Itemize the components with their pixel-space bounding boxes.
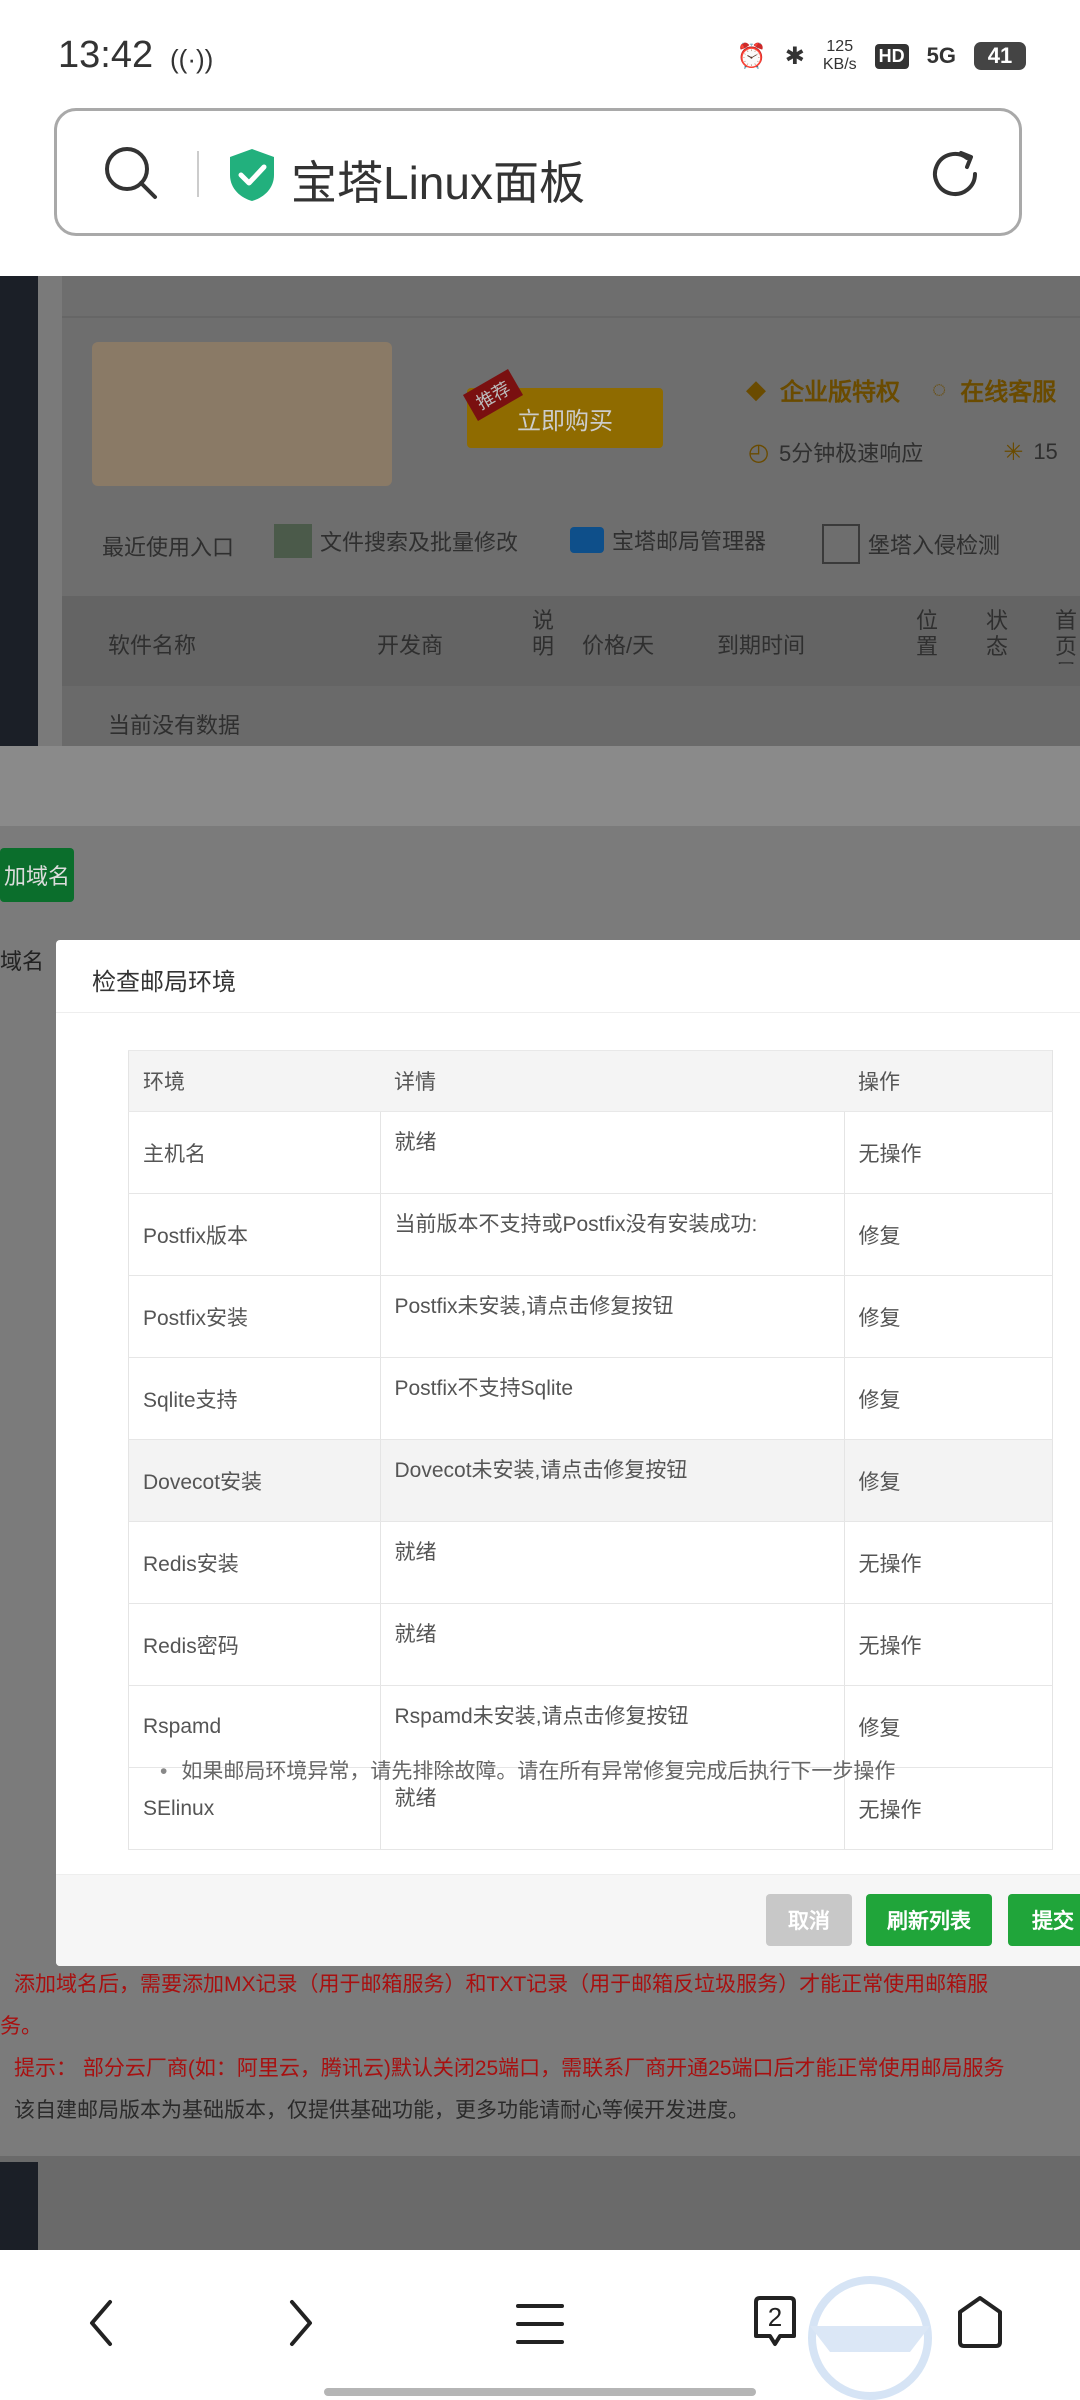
shield-check-icon bbox=[230, 149, 274, 201]
search-icon[interactable] bbox=[103, 145, 159, 201]
intrusion-icon bbox=[822, 524, 860, 564]
signal-icon: 5G bbox=[926, 43, 956, 68]
mascot-icon bbox=[808, 2276, 932, 2400]
env-name: 主机名 bbox=[128, 1111, 380, 1194]
env-name: Postfix安装 bbox=[128, 1275, 380, 1358]
tabs-button[interactable]: 2 bbox=[750, 2294, 800, 2348]
no-action-text: 无操作 bbox=[844, 1111, 1053, 1194]
note-basic-version: 该自建邮局版本为基础版本，仅提供基础功能，更多功能请耐心等候开发进度。 bbox=[14, 2099, 749, 2122]
mail-icon bbox=[570, 527, 604, 553]
note-mx: 添加域名后，需要添加MX记录（用于邮箱服务）和TXT记录（用于邮箱反垃圾服务）才… bbox=[14, 1973, 989, 1996]
reload-icon[interactable] bbox=[927, 145, 985, 203]
env-note: 如果邮局环境异常，请先排除故障。请在所有异常修复完成后执行下一步操作 bbox=[160, 1755, 895, 1785]
no-action-text: 无操作 bbox=[844, 1521, 1053, 1604]
divider bbox=[197, 151, 199, 197]
diamond-icon: ◆ bbox=[746, 374, 766, 404]
response-row: ◴ 5分钟极速响应 ✳ 15 bbox=[748, 438, 1058, 467]
software-panel: 立即购买 推荐 ◆ 企业版特权 ◌ 在线客服 ◴ 5分钟极速响应 ✳ 15 最近… bbox=[62, 276, 1080, 746]
env-detail: Postfix未安装,请点击修复按钮 bbox=[379, 1275, 845, 1358]
repair-link[interactable]: 修复 bbox=[844, 1193, 1053, 1276]
note-port25: 提示： 部分云厂商(如：阿里云，腾讯云)默认关闭25端口，需联系厂商开通25端口… bbox=[14, 2057, 1005, 2080]
table-row: 主机名 就绪 无操作 bbox=[128, 1111, 1053, 1194]
sidebar-dark bbox=[0, 276, 38, 746]
hotspot-icon: ((·)) bbox=[170, 44, 214, 74]
table-header: 环境 详情 操作 bbox=[128, 1050, 1053, 1112]
recent-item-intrusion[interactable]: 堡塔入侵检测 bbox=[822, 524, 1000, 564]
table-row: Redis密码 就绪 无操作 bbox=[128, 1603, 1053, 1686]
env-table: 环境 详情 操作 主机名 就绪 无操作 Postfix版本 当前版本不支持或Postfi… bbox=[128, 1050, 1053, 1850]
status-bar: 13:42 ((·)) ⏰ ✱ 125 KB/s HD 5G 41 bbox=[0, 0, 1080, 110]
menu-icon[interactable] bbox=[516, 2302, 564, 2346]
note-mx-tail: 务。 bbox=[0, 2015, 42, 2038]
env-detail: Postfix不支持Sqlite bbox=[379, 1357, 845, 1440]
env-detail: 就绪 bbox=[379, 1521, 845, 1604]
address-bar[interactable]: 宝塔Linux面板 bbox=[54, 108, 1022, 236]
env-name: Redis安装 bbox=[128, 1521, 380, 1604]
clock-icon: ◴ bbox=[748, 438, 769, 466]
table-row: Redis安装 就绪 无操作 bbox=[128, 1521, 1053, 1604]
table-row: Postfix安装 Postfix未安装,请点击修复按钮 修复 bbox=[128, 1275, 1053, 1358]
env-detail: 就绪 bbox=[379, 1603, 845, 1686]
battery-icon: 41 bbox=[974, 42, 1026, 70]
clock: 13:42 bbox=[58, 34, 154, 76]
alarm-icon: ⏰ bbox=[736, 42, 767, 70]
add-domain-button[interactable]: 加域名 bbox=[0, 848, 74, 902]
domain-column: 域名 bbox=[0, 949, 45, 974]
repair-link[interactable]: 修复 bbox=[844, 1275, 1053, 1358]
hd-icon: HD bbox=[874, 43, 909, 69]
status-icons: ⏰ ✱ 125 KB/s HD 5G 41 bbox=[737, 38, 1026, 74]
env-name: Sqlite支持 bbox=[128, 1357, 380, 1440]
repair-link[interactable]: 修复 bbox=[844, 1439, 1053, 1522]
cancel-button[interactable]: 取消 bbox=[766, 1894, 852, 1946]
tab-count: 2 bbox=[767, 2302, 783, 2332]
env-detail: 就绪 bbox=[379, 1111, 845, 1194]
page-title[interactable]: 宝塔Linux面板 bbox=[291, 147, 585, 213]
gesture-bar bbox=[324, 2388, 756, 2396]
submit-button[interactable]: 提交 bbox=[1008, 1894, 1080, 1946]
bluetooth-icon: ✱ bbox=[784, 42, 805, 70]
env-name: Postfix版本 bbox=[128, 1193, 380, 1276]
browser-nav-bar: 2 bbox=[0, 2250, 1080, 2400]
env-detail: Dovecot未安装,请点击修复按钮 bbox=[379, 1439, 845, 1522]
speed-icon: ✳ bbox=[1003, 438, 1024, 466]
forward-icon[interactable] bbox=[286, 2298, 316, 2348]
home-icon[interactable] bbox=[952, 2294, 1008, 2350]
enterprise-row: ◆ 企业版特权 ◌ 在线客服 bbox=[746, 374, 1057, 406]
table-row: Postfix版本 当前版本不支持或Postfix没有安装成功: 修复 bbox=[128, 1193, 1053, 1276]
dialog-title: 检查邮局环境 bbox=[92, 969, 236, 996]
net-speed: 125 KB/s bbox=[822, 38, 857, 73]
recent-label: 最近使用入口 bbox=[102, 535, 235, 560]
recent-item-file-search[interactable]: 文件搜索及批量修改 bbox=[274, 524, 518, 558]
chat-icon: ◌ bbox=[932, 375, 947, 403]
banner-art bbox=[92, 342, 392, 486]
env-name: Redis密码 bbox=[128, 1603, 380, 1686]
refresh-list-button[interactable]: 刷新列表 bbox=[866, 1894, 992, 1946]
env-name: Dovecot安装 bbox=[128, 1439, 380, 1522]
recent-item-mail[interactable]: 宝塔邮局管理器 bbox=[570, 524, 766, 556]
no-data-text: 当前没有数据 bbox=[108, 713, 241, 738]
repair-link[interactable]: 修复 bbox=[844, 1357, 1053, 1440]
check-mail-env-dialog: 检查邮局环境 环境 详情 操作 主机名 就绪 无操作 Postfix版本 当前版本不支持… bbox=[56, 940, 1080, 1966]
file-search-icon bbox=[274, 524, 312, 558]
table-row: Sqlite支持 Postfix不支持Sqlite 修复 bbox=[128, 1357, 1053, 1440]
env-detail: 当前版本不支持或Postfix没有安装成功: bbox=[379, 1193, 845, 1276]
no-action-text: 无操作 bbox=[844, 1603, 1053, 1686]
table-row: Dovecot安装 Dovecot未安装,请点击修复按钮 修复 bbox=[128, 1439, 1053, 1522]
back-icon[interactable] bbox=[86, 2298, 116, 2348]
software-table: 软件名称 开发商 说明 价格/天 到期时间 位置 状态 首页显示 当前没有数据 bbox=[62, 596, 1080, 746]
